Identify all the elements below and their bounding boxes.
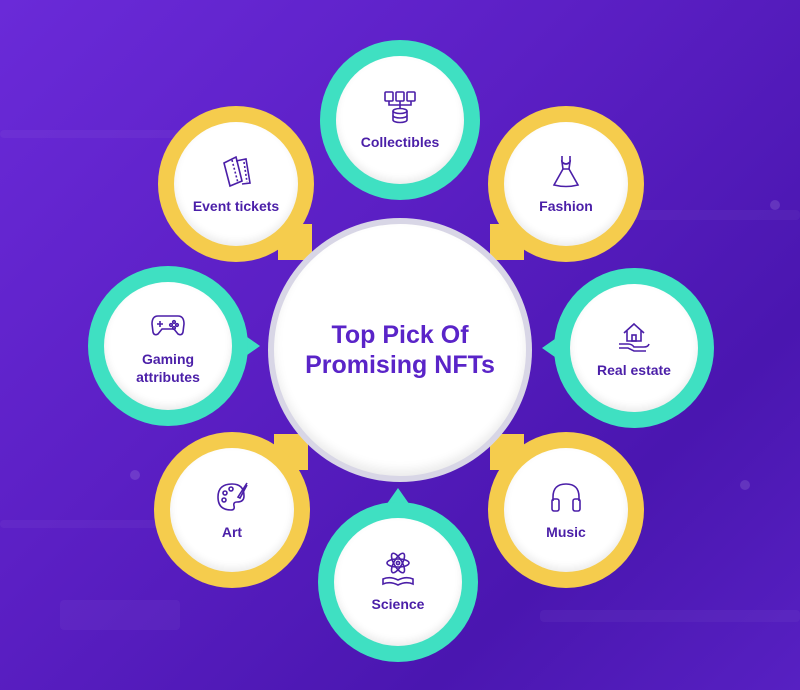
node-collectibles: Collectibles bbox=[320, 40, 480, 200]
node-science: Science bbox=[318, 488, 478, 662]
tickets-icon bbox=[218, 153, 254, 189]
server-stack-icon bbox=[382, 89, 418, 125]
node-art: Art bbox=[154, 432, 310, 588]
dress-icon bbox=[548, 153, 584, 189]
background-stripe bbox=[540, 610, 800, 622]
house-hand-icon bbox=[616, 317, 652, 353]
node-event-tickets: Event tickets bbox=[158, 106, 314, 262]
atom-book-icon bbox=[380, 551, 416, 587]
node-real-estate: Real estate bbox=[542, 268, 714, 428]
node-gaming-attributes: Gaming attributes bbox=[88, 266, 260, 426]
node-label: Gaming attributes bbox=[136, 351, 200, 385]
node-label: Event tickets bbox=[192, 198, 280, 214]
background-stripe bbox=[60, 600, 180, 630]
palette-icon bbox=[214, 479, 250, 515]
background-dot bbox=[740, 480, 750, 490]
node-label: Science bbox=[371, 596, 425, 612]
node-label: Music bbox=[546, 524, 586, 540]
node-label: Real estate bbox=[597, 362, 671, 378]
headphones-icon bbox=[548, 479, 584, 515]
node-fashion: Fashion bbox=[488, 106, 644, 262]
gamepad-icon bbox=[150, 306, 186, 342]
node-music: Music bbox=[488, 432, 644, 588]
background-dot bbox=[130, 470, 140, 480]
node-label: Collectibles bbox=[360, 134, 440, 150]
center-circle: Top Pick Of Promising NFTs bbox=[268, 218, 532, 482]
node-label: Fashion bbox=[539, 198, 593, 214]
background-dot bbox=[770, 200, 780, 210]
center-title: Top Pick Of Promising NFTs bbox=[305, 321, 495, 379]
node-label: Art bbox=[221, 524, 243, 540]
